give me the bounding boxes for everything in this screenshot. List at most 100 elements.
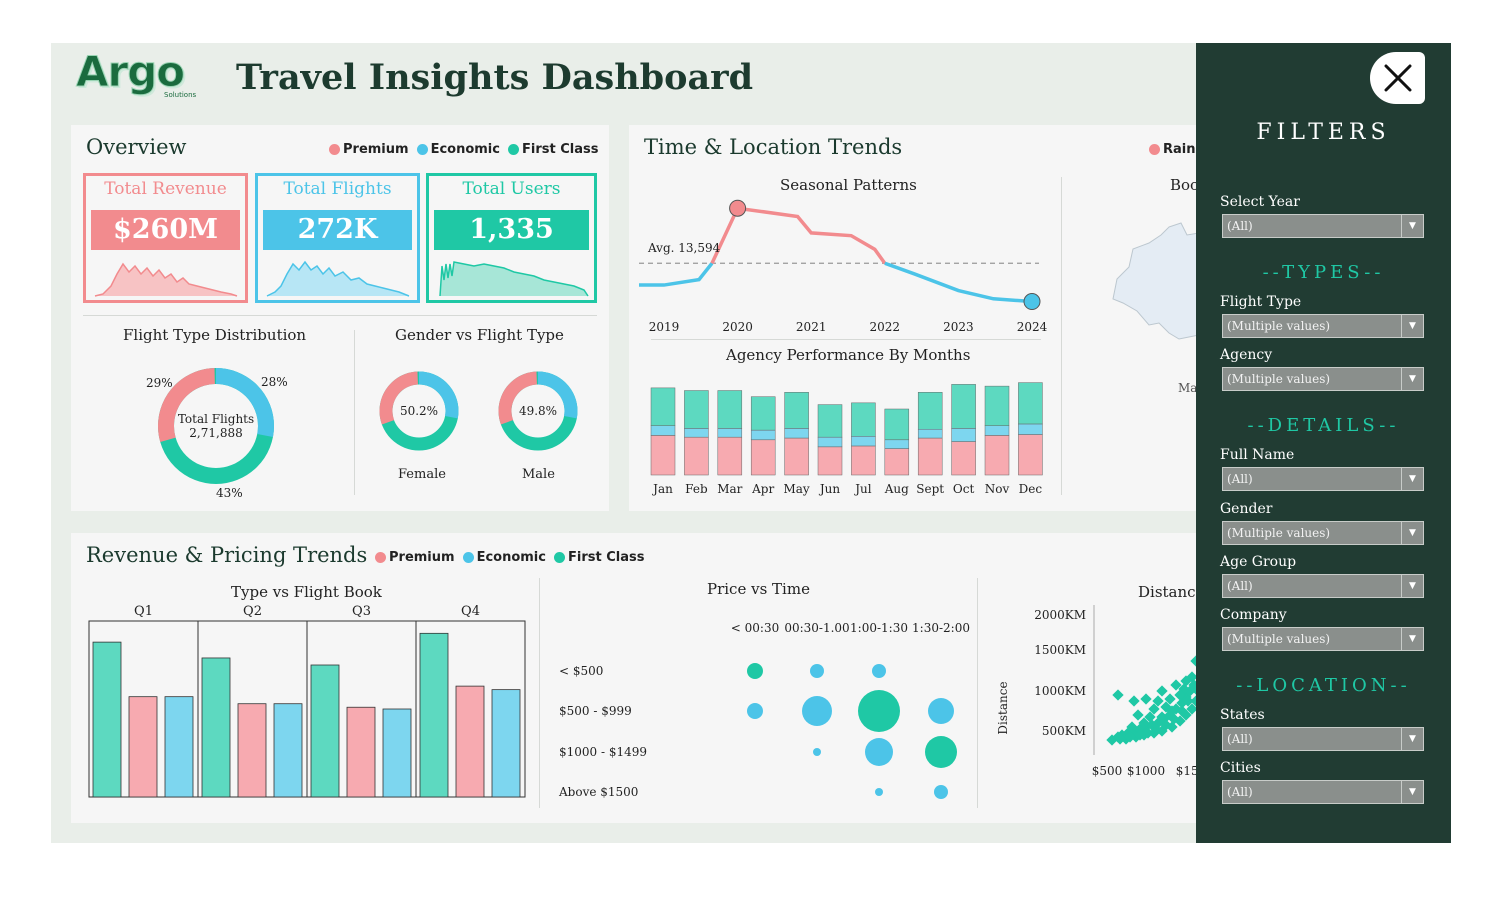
chevron-down-icon[interactable]: ▼ [1401,215,1423,237]
price-row-label: $500 - $999 [559,704,632,718]
bar [237,703,267,798]
overview-legend: Premium Economic First Class [329,142,598,157]
kpi-total-revenue[interactable]: Total Revenue $260M [83,173,248,303]
bar [817,436,843,448]
bubble [928,698,954,724]
bar [984,435,1010,476]
bar [917,428,943,439]
company-label: Company [1220,607,1287,623]
chevron-down-icon[interactable]: ▼ [1401,728,1423,750]
chevron-down-icon[interactable]: ▼ [1401,368,1423,390]
kpi-total-flights[interactable]: Total Flights 272K [255,173,420,303]
legend-premium: Premium [375,550,455,565]
chevron-down-icon[interactable]: ▼ [1401,575,1423,597]
economic-dot-icon [416,144,428,155]
scatter-point [1132,709,1144,721]
legend-economic: Economic [416,142,500,157]
bar [201,657,231,798]
seasonal-line-chart: 2019 2020 2021 2022 2023 2024 [639,199,1048,334]
bar [346,706,376,798]
first-class-dot-icon [553,552,565,563]
bar [750,396,776,431]
bubble [813,748,821,756]
distance-title: Distanc [1138,583,1196,601]
bar [128,696,158,798]
argo-logo: Argo Solutions [75,47,197,100]
bar [92,641,122,798]
location-map[interactable] [1109,215,1199,345]
male-donut: 49.8% [498,371,578,451]
agency-select[interactable]: (Multiple values) ▼ [1222,367,1424,391]
year-label: Select Year [1220,194,1300,210]
end-marker [1023,293,1041,311]
states-label: States [1220,707,1265,723]
month-tick-label: May [783,482,809,496]
year-tick-label: 2020 [722,320,753,334]
divider [83,315,597,316]
divider [354,330,355,495]
pct-first-class: 43% [216,486,243,500]
kpi-value: 272K [263,210,412,250]
legend-economic: Economic [462,550,546,565]
company-select[interactable]: (Multiple values) ▼ [1222,627,1424,651]
location-heading: --LOCATION-- [1236,675,1411,696]
peak-marker [729,199,747,217]
cities-label: Cities [1220,760,1261,776]
kpi-value: 1,335 [434,210,589,250]
bar [717,436,743,476]
premium-dot-icon [329,144,340,155]
quarter-label: Q2 [243,605,262,619]
legend-first-class: First Class [553,550,644,565]
types-heading: --TYPES-- [1262,262,1385,283]
chevron-down-icon[interactable]: ▼ [1401,522,1423,544]
cities-select[interactable]: (All) ▼ [1222,780,1424,804]
revenue-legend: Premium Economic First Class [375,550,644,565]
kpi-value: $260M [91,210,240,250]
time-location-title: Time & Location Trends [644,135,903,159]
legend-rain: Rain [1149,142,1196,157]
distance-y-tick: 2000KM [1034,608,1086,622]
month-tick-label: Aug [884,482,909,496]
legend-premium: Premium [329,142,409,157]
close-filters-button[interactable] [1370,52,1425,104]
full-name-select[interactable]: (All) ▼ [1222,467,1424,491]
gender-select[interactable]: (Multiple values) ▼ [1222,521,1424,545]
bar [717,428,743,438]
bar [784,392,809,429]
bar [750,429,776,441]
flight-type-select[interactable]: (Multiple values) ▼ [1222,314,1424,338]
scatter-point [1112,689,1124,701]
female-pct: 50.2% [400,404,438,418]
divider [1061,177,1062,495]
chevron-down-icon[interactable]: ▼ [1401,315,1423,337]
divider [977,578,978,808]
type-vs-flight-book-title: Type vs Flight Book [231,583,382,601]
gender-vs-flight-type-title: Gender vs Flight Type [395,326,564,344]
series-line [884,261,1033,304]
states-select[interactable]: (All) ▼ [1222,727,1424,751]
bubble [747,703,763,719]
chevron-down-icon[interactable]: ▼ [1401,468,1423,490]
overview-card: Overview Premium Economic First Class To… [71,125,609,511]
bar [851,402,876,437]
divider [539,578,540,808]
bar [884,408,910,441]
scatter-point [1156,685,1168,697]
chevron-down-icon[interactable]: ▼ [1401,628,1423,650]
year-select[interactable]: (All) ▼ [1222,214,1424,238]
bubble [865,738,893,766]
age-group-select[interactable]: (All) ▼ [1222,574,1424,598]
kpi-total-users[interactable]: Total Users 1,335 [426,173,597,303]
flight-type-distribution-title: Flight Type Distribution [123,326,307,344]
chevron-down-icon[interactable]: ▼ [1401,781,1423,803]
bubble [872,664,886,678]
bubble [934,785,948,799]
bar [1018,423,1043,435]
bar [684,436,709,476]
time-col-label: < 00:30 [731,621,779,635]
legend-first-class: First Class [507,142,598,157]
bar [951,441,976,476]
close-x-icon[interactable] [1383,63,1413,93]
year-tick-label: 2023 [943,320,974,334]
bar [784,428,809,439]
